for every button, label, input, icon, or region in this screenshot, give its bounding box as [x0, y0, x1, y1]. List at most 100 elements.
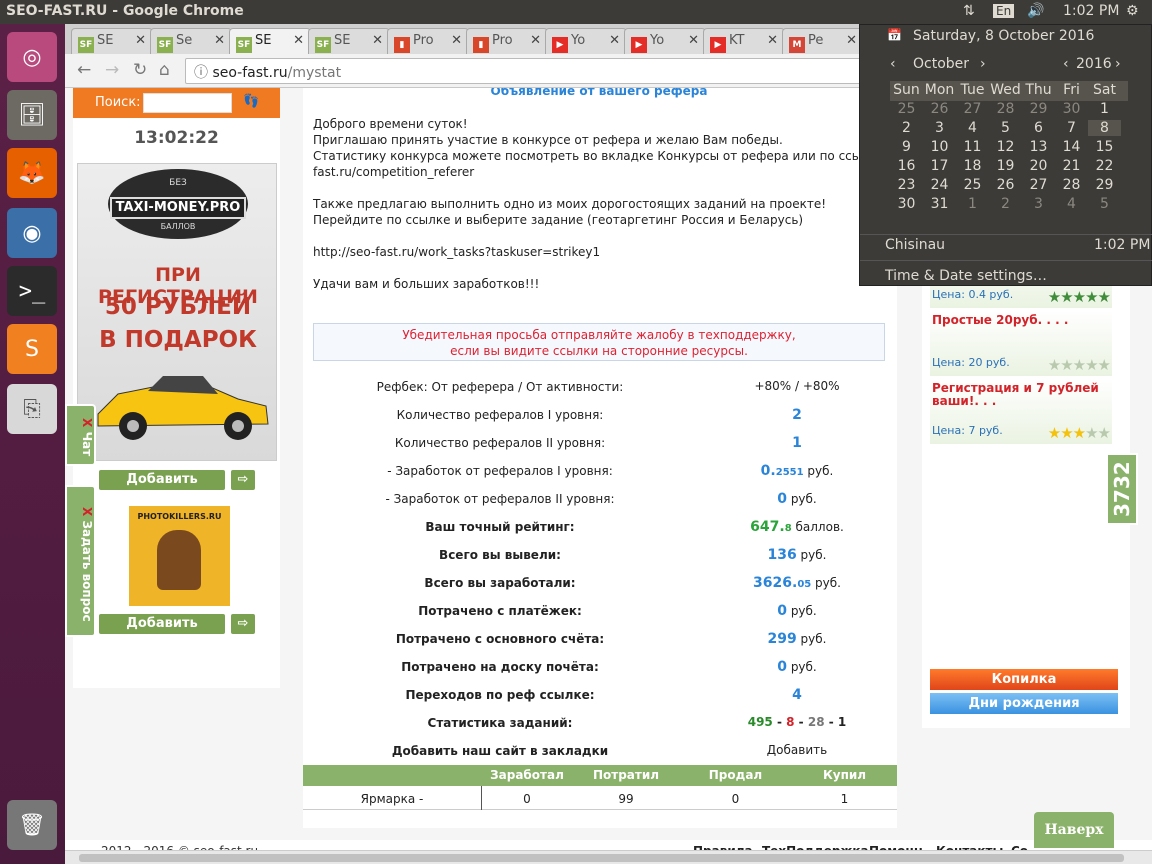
calendar-day[interactable]: 21: [1055, 158, 1088, 174]
gear-icon[interactable]: ⚙: [1126, 3, 1139, 19]
footprints-icon[interactable]: 👣: [243, 94, 259, 109]
calendar-day[interactable]: 12: [989, 139, 1022, 155]
bookmark-link[interactable]: Добавить: [697, 743, 897, 757]
calendar-day[interactable]: 4: [1055, 196, 1088, 212]
calendar-day[interactable]: 26: [923, 101, 956, 117]
taxi-banner[interactable]: БЕЗ TAXI-MONEY.PRO БАЛЛОВ ПРИ РЕГИСТРАЦИ…: [77, 163, 277, 461]
calendar-day[interactable]: 25: [956, 177, 989, 193]
scrollbar-thumb[interactable]: [79, 854, 1124, 862]
calendar-day[interactable]: 17: [923, 158, 956, 174]
calendar-day[interactable]: 26: [989, 177, 1022, 193]
back-to-top-button[interactable]: Наверх: [1034, 812, 1114, 848]
clock-indicator[interactable]: 1:02 PM: [1063, 3, 1119, 19]
tab[interactable]: ▶ KT ✕: [703, 28, 785, 54]
tab[interactable]: SF Se ✕: [150, 28, 232, 54]
calendar-day[interactable]: 25: [890, 101, 923, 117]
calendar-day[interactable]: 5: [989, 120, 1022, 136]
sublime-icon[interactable]: S: [7, 324, 57, 374]
calendar-day[interactable]: 27: [956, 101, 989, 117]
calendar-day[interactable]: 28: [1055, 177, 1088, 193]
calendar-day[interactable]: 20: [1022, 158, 1055, 174]
calendar-day[interactable]: 2: [989, 196, 1022, 212]
ubuntu-dash-icon[interactable]: ◎: [7, 32, 57, 82]
ask-question-tab[interactable]: X Задать вопрос: [65, 485, 96, 637]
calendar-day[interactable]: 3: [1022, 196, 1055, 212]
close-tab-icon[interactable]: ✕: [688, 33, 699, 48]
close-tab-icon[interactable]: ✕: [530, 33, 541, 48]
banner-arrow-button[interactable]: ⇨: [231, 470, 255, 490]
close-tab-icon[interactable]: ✕: [451, 33, 462, 48]
time-date-settings[interactable]: Time & Date settings…: [885, 268, 1047, 284]
calendar-day[interactable]: 1: [956, 196, 989, 212]
task-card[interactable]: Простые 20руб. . . . Цена: 20 руб. ★★★★★: [930, 310, 1112, 376]
calendar-day[interactable]: 24: [923, 177, 956, 193]
calendar-day[interactable]: 14: [1055, 139, 1088, 155]
calendar-day[interactable]: 8: [1088, 120, 1121, 136]
close-tab-icon[interactable]: ✕: [609, 33, 620, 48]
calendar-day[interactable]: 1: [1088, 101, 1121, 117]
prev-month-icon[interactable]: ‹: [890, 56, 896, 72]
files-icon[interactable]: 🗄: [7, 90, 57, 140]
home-icon[interactable]: ⌂: [159, 60, 170, 80]
calendar-day[interactable]: 4: [956, 120, 989, 136]
tab[interactable]: ▶ Yo ✕: [545, 28, 627, 54]
tab[interactable]: SF SE ✕: [71, 28, 153, 54]
calendar-day[interactable]: 30: [1055, 101, 1088, 117]
chrome-icon[interactable]: ◉: [7, 208, 57, 258]
search-input[interactable]: [143, 93, 232, 113]
next-month-icon[interactable]: ›: [980, 56, 986, 72]
volume-icon[interactable]: 🔊: [1027, 3, 1044, 19]
chat-tab[interactable]: X Чат: [65, 404, 96, 466]
calendar-day[interactable]: 30: [890, 196, 923, 212]
birthdays-button[interactable]: Дни рождения: [930, 693, 1118, 714]
calendar-day[interactable]: 29: [1022, 101, 1055, 117]
add-banner-button-2[interactable]: Добавить баннер: [99, 614, 225, 651]
banner-arrow-button-2[interactable]: ⇨: [231, 614, 255, 634]
calendar-day[interactable]: 6: [1022, 120, 1055, 136]
calendar-day[interactable]: 31: [923, 196, 956, 212]
terminal-icon[interactable]: >_: [7, 266, 57, 316]
calendar-day[interactable]: 9: [890, 139, 923, 155]
close-tab-icon[interactable]: ✕: [293, 33, 304, 48]
calendar-day[interactable]: 22: [1088, 158, 1121, 174]
add-banner-button[interactable]: Добавить баннер: [99, 470, 225, 507]
firefox-icon[interactable]: 🦊: [7, 148, 57, 198]
calendar-day[interactable]: 15: [1088, 139, 1121, 155]
tab[interactable]: M Pe ✕: [782, 28, 864, 54]
close-tab-icon[interactable]: ✕: [767, 33, 778, 48]
calendar-day[interactable]: 16: [890, 158, 923, 174]
calendar-day[interactable]: 3: [923, 120, 956, 136]
calendar-day[interactable]: 10: [923, 139, 956, 155]
keyboard-layout[interactable]: En: [993, 4, 1015, 18]
calendar-day[interactable]: 28: [989, 101, 1022, 117]
close-tab-icon[interactable]: ✕: [135, 33, 146, 48]
msg-link[interactable]: http://seo-fast.ru/work_tasks?taskuser=s…: [313, 244, 873, 260]
network-icon[interactable]: ⇅: [963, 3, 975, 19]
tab[interactable]: ▮ Pro ✕: [466, 28, 548, 54]
trash-icon[interactable]: 🗑: [7, 800, 57, 850]
tab[interactable]: SF SE ✕: [308, 28, 390, 54]
calendar-day[interactable]: 7: [1055, 120, 1088, 136]
calendar-day[interactable]: 19: [989, 158, 1022, 174]
calendar-day[interactable]: 29: [1088, 177, 1121, 193]
tab[interactable]: ▶ Yo ✕: [624, 28, 706, 54]
calendar-day[interactable]: 5: [1088, 196, 1121, 212]
reload-icon[interactable]: ↻: [133, 60, 147, 80]
close-tab-icon[interactable]: ✕: [372, 33, 383, 48]
calendar-day[interactable]: 23: [890, 177, 923, 193]
close-tab-icon[interactable]: ✕: [214, 33, 225, 48]
kopilka-button[interactable]: Копилка: [930, 669, 1118, 690]
calendar-day[interactable]: 18: [956, 158, 989, 174]
horizontal-scrollbar[interactable]: [65, 850, 1152, 864]
calendar-day[interactable]: 13: [1022, 139, 1055, 155]
usb-drive-icon[interactable]: ⎘: [7, 384, 57, 434]
calendar-day[interactable]: 11: [956, 139, 989, 155]
close-tab-icon[interactable]: ✕: [846, 33, 857, 48]
tab[interactable]: SF SE ✕: [229, 28, 311, 55]
prev-year-icon[interactable]: ‹: [1063, 56, 1069, 72]
calendar-day[interactable]: 27: [1022, 177, 1055, 193]
tab[interactable]: ▮ Pro ✕: [387, 28, 469, 54]
calendar-day[interactable]: 2: [890, 120, 923, 136]
forward-icon[interactable]: →: [105, 60, 119, 80]
back-icon[interactable]: ←: [77, 60, 91, 80]
